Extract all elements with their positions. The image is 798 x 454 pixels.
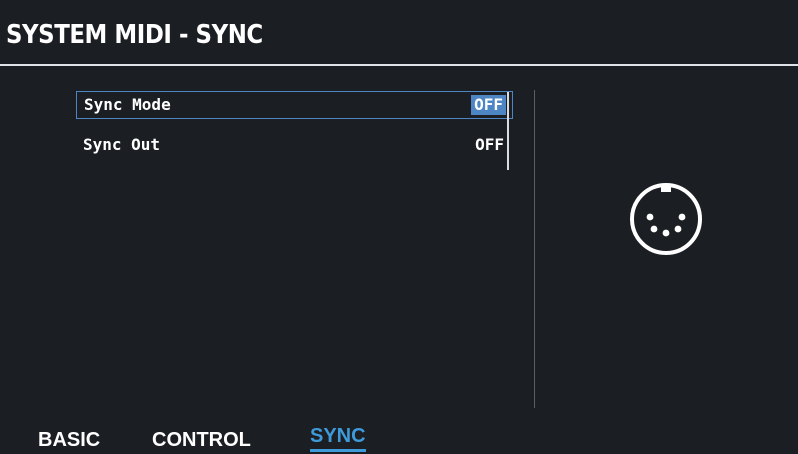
tab-bar: BASIC CONTROL SYNC bbox=[0, 424, 798, 454]
tab-control[interactable]: CONTROL bbox=[152, 428, 251, 452]
tab-active-underline bbox=[310, 449, 366, 452]
param-list-scrollbar[interactable] bbox=[507, 92, 509, 170]
title-divider bbox=[0, 64, 798, 66]
param-label-sync-out: Sync Out bbox=[83, 135, 161, 154]
tab-sync-label: SYNC bbox=[310, 425, 366, 447]
tab-sync[interactable]: SYNC bbox=[310, 424, 366, 452]
system-midi-sync-screen: SYSTEM MIDI - SYNC Sync Mode OFF Sync Ou… bbox=[0, 0, 798, 454]
param-value-sync-out[interactable]: OFF bbox=[472, 135, 507, 155]
param-value-sync-mode[interactable]: OFF bbox=[471, 95, 506, 115]
midi-din-connector-icon bbox=[630, 183, 702, 255]
tab-basic[interactable]: BASIC bbox=[38, 428, 100, 452]
param-row-sync-out[interactable]: Sync Out OFF bbox=[76, 132, 513, 160]
panel-divider bbox=[534, 90, 535, 408]
param-label-sync-mode: Sync Mode bbox=[84, 95, 171, 114]
param-row-sync-mode[interactable]: Sync Mode OFF bbox=[76, 91, 513, 119]
page-title: SYSTEM MIDI - SYNC bbox=[6, 20, 263, 50]
